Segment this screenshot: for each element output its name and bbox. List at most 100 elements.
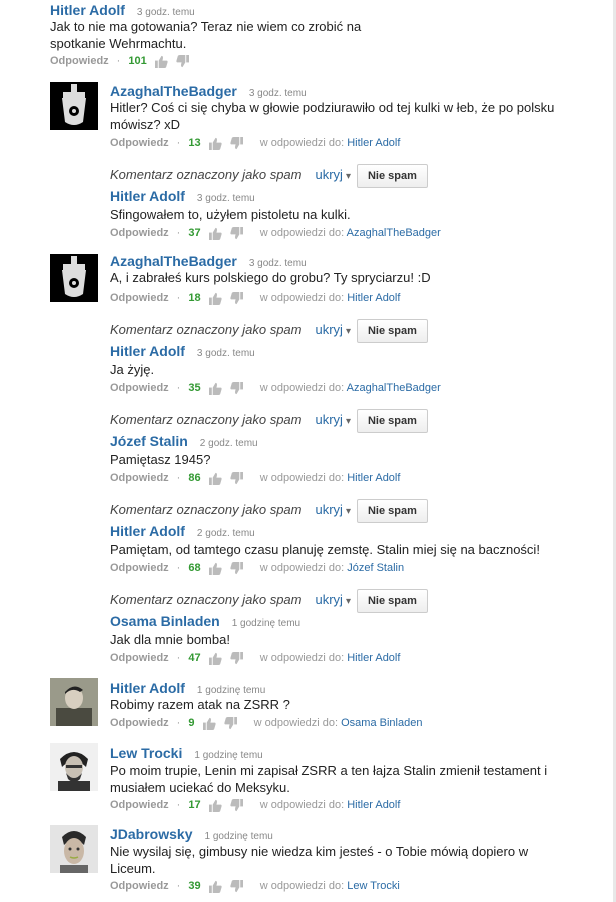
thumb-down-icon[interactable] — [223, 716, 237, 730]
in-reply-link[interactable]: Hitler Adolf — [347, 652, 400, 664]
thumb-up-icon[interactable] — [208, 292, 222, 305]
in-reply-link[interactable]: AzaghalTheBadger — [347, 382, 441, 394]
thumb-up-icon[interactable] — [208, 799, 222, 812]
thumb-down-icon[interactable] — [230, 291, 243, 305]
thumb-down-icon[interactable] — [230, 381, 243, 395]
avatar[interactable] — [50, 254, 98, 302]
reply-link[interactable]: Odpowiedz — [110, 225, 169, 241]
comment-text: A, i zabrałeś kurs polskiego do grobu? T… — [110, 270, 431, 285]
in-reply-to: w odpowiedzi do: Hitler Adolf — [260, 470, 401, 486]
comment-actions: Odpowiedz · 86 w odpowiedzi do: Hitler Ado… — [110, 470, 400, 486]
thumb-down-icon[interactable] — [230, 651, 243, 665]
reply-link[interactable]: Odpowiedz — [50, 53, 109, 69]
in-reply-link[interactable]: Hitler Adolf — [347, 799, 400, 811]
in-reply-link[interactable]: Hitler Adolf — [347, 472, 400, 484]
thumb-down-icon[interactable] — [230, 136, 243, 150]
thumb-up-icon[interactable] — [208, 137, 222, 150]
avatar[interactable] — [50, 743, 98, 791]
comment-time[interactable]: 3 godz. temu — [249, 258, 307, 269]
comment-author[interactable]: Józef Stalin — [110, 433, 188, 449]
avatar[interactable] — [50, 825, 98, 873]
not-spam-button[interactable]: Nie spam — [356, 588, 428, 613]
hide-link[interactable]: ukryj — [315, 412, 342, 427]
in-reply-link[interactable]: AzaghalTheBadger — [347, 227, 441, 239]
thumb-down-icon[interactable] — [230, 879, 243, 893]
comment-time[interactable]: 3 godz. temu — [197, 193, 255, 204]
comment-time[interactable]: 3 godz. temu — [249, 88, 307, 99]
comment-actions: Odpowiedz · 101 — [50, 53, 189, 69]
comment-author[interactable]: Hitler Adolf — [50, 2, 125, 18]
thumb-up-icon[interactable] — [202, 717, 216, 730]
thumb-down-icon[interactable] — [176, 54, 189, 68]
not-spam-button[interactable]: Nie spam — [356, 163, 428, 188]
reply-link[interactable]: Odpowiedz — [110, 715, 169, 731]
spam-notice: Komentarz oznaczony jako spam ukryj ▾ Nie s… — [110, 588, 428, 613]
comment-author[interactable]: Hitler Adolf — [110, 188, 185, 204]
reply-link[interactable]: Odpowiedz — [110, 135, 169, 151]
caret-down-icon[interactable]: ▾ — [346, 416, 351, 427]
comment-author[interactable]: Hitler Adolf — [110, 523, 185, 539]
thumb-up-icon[interactable] — [208, 382, 222, 395]
not-spam-button[interactable]: Nie spam — [356, 408, 428, 433]
not-spam-button[interactable]: Nie spam — [356, 498, 428, 523]
in-reply-link[interactable]: Lew Trocki — [347, 880, 400, 892]
vote-count: 86 — [188, 472, 201, 485]
reply-link[interactable]: Odpowiedz — [110, 650, 169, 666]
comment-author[interactable]: Hitler Adolf — [110, 343, 185, 359]
in-reply-to: w odpowiedzi do: AzaghalTheBadger — [260, 380, 441, 396]
hide-link[interactable]: ukryj — [315, 592, 342, 607]
separator: · — [176, 137, 181, 150]
hide-link[interactable]: ukryj — [315, 322, 342, 337]
separator: · — [176, 292, 181, 305]
comment-time[interactable]: 2 godz. temu — [200, 438, 258, 449]
caret-down-icon[interactable]: ▾ — [346, 596, 351, 607]
thumb-up-icon[interactable] — [208, 880, 222, 893]
comment-author[interactable]: AzaghalTheBadger — [110, 83, 237, 99]
thumb-up-icon[interactable] — [208, 652, 222, 665]
thumb-up-icon[interactable] — [208, 227, 222, 240]
comment-time[interactable]: 2 godz. temu — [197, 528, 255, 539]
in-reply-link[interactable]: Osama Binladen — [341, 717, 422, 729]
in-reply-link[interactable]: Józef Stalin — [347, 562, 404, 574]
thumb-up-icon[interactable] — [208, 562, 222, 575]
reply-link[interactable]: Odpowiedz — [110, 470, 169, 486]
comment-actions: Odpowiedz · 18 w odpowiedzi do: Hitler Ado… — [110, 290, 400, 306]
thumb-down-icon[interactable] — [230, 561, 243, 575]
comment-author[interactable]: Lew Trocki — [110, 745, 182, 761]
comment-author[interactable]: AzaghalTheBadger — [110, 253, 237, 269]
in-reply-link[interactable]: Hitler Adolf — [347, 137, 400, 149]
reply-link[interactable]: Odpowiedz — [110, 560, 169, 576]
caret-down-icon[interactable]: ▾ — [346, 506, 351, 517]
comment-time[interactable]: 1 godzinę temu — [232, 618, 300, 629]
comment-time[interactable]: 3 godz. temu — [197, 348, 255, 359]
reply-link[interactable]: Odpowiedz — [110, 878, 169, 894]
spam-notice: Komentarz oznaczony jako spam ukryj ▾ Nie s… — [110, 498, 428, 523]
comment-time[interactable]: 1 godzinę temu — [204, 831, 272, 842]
comment-author[interactable]: Hitler Adolf — [110, 680, 185, 696]
comment-time[interactable]: 3 godz. temu — [137, 7, 195, 18]
comment-author[interactable]: JDabrowsky — [110, 826, 192, 842]
reply-link[interactable]: Odpowiedz — [110, 380, 169, 396]
caret-down-icon[interactable]: ▾ — [346, 326, 351, 337]
comment-time[interactable]: 1 godzinę temu — [197, 685, 265, 696]
not-spam-button[interactable]: Nie spam — [356, 318, 428, 343]
thumb-down-icon[interactable] — [230, 226, 243, 240]
vote-count: 68 — [188, 562, 201, 575]
hide-link[interactable]: ukryj — [315, 502, 342, 517]
thumb-up-icon[interactable] — [208, 472, 222, 485]
thumb-down-icon[interactable] — [230, 471, 243, 485]
hide-link[interactable]: ukryj — [315, 167, 342, 182]
comment-author[interactable]: Osama Binladen — [110, 613, 220, 629]
thumb-down-icon[interactable] — [230, 798, 243, 812]
thumb-up-icon[interactable] — [154, 55, 168, 68]
portrait-avatar-icon — [50, 743, 98, 791]
caret-down-icon[interactable]: ▾ — [346, 171, 351, 182]
avatar[interactable] — [50, 82, 98, 130]
in-reply-link[interactable]: Hitler Adolf — [347, 292, 400, 304]
avatar[interactable] — [50, 678, 98, 726]
reply-link[interactable]: Odpowiedz — [110, 797, 169, 813]
reply-link[interactable]: Odpowiedz — [110, 290, 169, 306]
separator: · — [176, 382, 181, 395]
comment-time[interactable]: 1 godzinę temu — [194, 750, 262, 761]
in-reply-label: w odpowiedzi do: — [259, 137, 345, 150]
